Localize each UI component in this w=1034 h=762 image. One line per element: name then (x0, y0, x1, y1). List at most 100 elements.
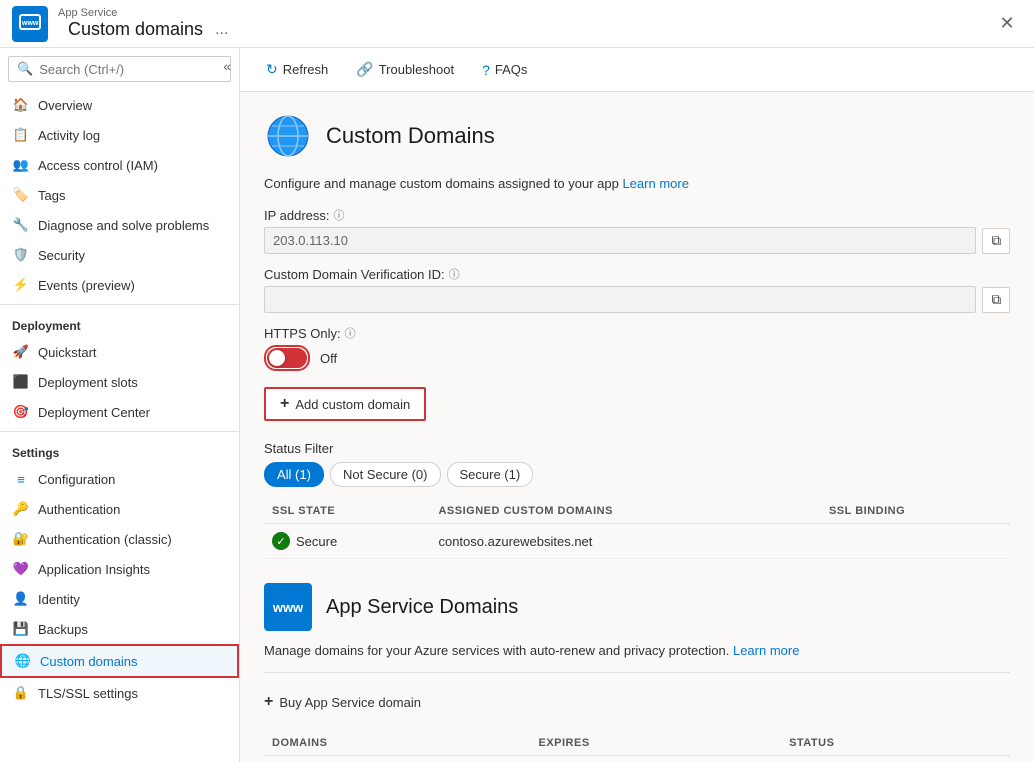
col-status: STATUS (781, 731, 1010, 756)
buy-plus-icon: + (264, 693, 273, 711)
sidebar-item-tags[interactable]: 🏷️ Tags (0, 180, 239, 210)
ip-address-input[interactable] (264, 227, 976, 254)
sidebar-label-diagnose: Diagnose and solve problems (38, 218, 209, 233)
divider (264, 672, 1010, 673)
https-toggle[interactable] (267, 348, 307, 368)
deployment-section-header: Deployment (0, 309, 239, 337)
refresh-icon: ↻ (266, 61, 278, 78)
col-expires: EXPIRES (530, 731, 781, 756)
https-only-field: HTTPS Only: ⓘ Off (264, 325, 1010, 371)
https-only-label: HTTPS Only: ⓘ (264, 325, 1010, 341)
insights-icon: 💜 (12, 560, 30, 578)
status-filter-label: Status Filter (264, 441, 1010, 456)
verification-id-field: Custom Domain Verification ID: ⓘ ⧉ (264, 266, 1010, 313)
secure-badge: ✓ Secure (272, 532, 422, 550)
sidebar-item-authentication-classic[interactable]: 🔐 Authentication (classic) (0, 524, 239, 554)
faqs-icon: ? (482, 62, 490, 78)
sidebar-label-tags: Tags (38, 188, 65, 203)
page-title-bar: Custom domains (68, 19, 203, 40)
search-icon: 🔍 (17, 61, 33, 77)
lock-icon: 🔒 (12, 684, 30, 702)
person-icon: 👤 (12, 590, 30, 608)
faqs-button[interactable]: ? FAQs (472, 57, 537, 83)
sidebar-item-overview[interactable]: 🏠 Overview (0, 90, 239, 120)
app-service-description: Manage domains for your Azure services w… (264, 643, 1010, 658)
learn-more-link[interactable]: Learn more (622, 176, 688, 191)
app-icon: www (12, 6, 48, 42)
page-title: Custom Domains (326, 123, 495, 149)
no-data-text: No data found (264, 756, 1010, 762)
https-toggle-row: Off (264, 345, 1010, 371)
key-icon: 🔑 (12, 500, 30, 518)
sidebar-item-quickstart[interactable]: 🚀 Quickstart (0, 337, 239, 367)
shield-icon: 🛡️ (12, 246, 30, 264)
search-input[interactable] (39, 62, 222, 77)
app-service-learn-more-link[interactable]: Learn more (733, 643, 799, 658)
www-icon: www (264, 583, 312, 631)
filter-secure-button[interactable]: Secure (1) (447, 462, 534, 487)
sidebar-item-deployment-slots[interactable]: ⬛ Deployment slots (0, 367, 239, 397)
sidebar-label-overview: Overview (38, 98, 92, 113)
sidebar-label-configuration: Configuration (38, 472, 115, 487)
plus-icon: + (280, 395, 289, 413)
settings-section-header: Settings (0, 436, 239, 464)
layers-icon: ⬛ (12, 373, 30, 391)
sidebar-label-backups: Backups (38, 622, 88, 637)
sliders-icon: ≡ (12, 470, 30, 488)
globe-large-icon (264, 112, 312, 160)
verification-info-icon[interactable]: ⓘ (449, 266, 460, 282)
rocket-icon: 🚀 (12, 343, 30, 361)
filter-not-secure-button[interactable]: Not Secure (0) (330, 462, 441, 487)
col-assigned-domains: ASSIGNED CUSTOM DOMAINS (430, 499, 821, 524)
more-options-icon[interactable]: ... (215, 21, 228, 39)
lightning-icon: ⚡ (12, 276, 30, 294)
sidebar-item-security[interactable]: 🛡️ Security (0, 240, 239, 270)
app-service-section: www App Service Domains Manage domains f… (264, 583, 1010, 762)
filter-all-button[interactable]: All (1) (264, 462, 324, 487)
sidebar-item-custom-domains[interactable]: 🌐 Custom domains (0, 644, 239, 678)
troubleshoot-label: Troubleshoot (379, 62, 454, 77)
sidebar-item-application-insights[interactable]: 💜 Application Insights (0, 554, 239, 584)
table-row: ✓ Secure contoso.azurewebsites.net (264, 524, 1010, 559)
app-service-title-row: www App Service Domains (264, 583, 1010, 631)
sidebar-item-authentication[interactable]: 🔑 Authentication (0, 494, 239, 524)
refresh-button[interactable]: ↻ Refresh (256, 56, 338, 83)
close-button[interactable]: ✕ (992, 9, 1022, 39)
sidebar-item-events[interactable]: ⚡ Events (preview) (0, 270, 239, 300)
sidebar-item-backups[interactable]: 💾 Backups (0, 614, 239, 644)
title-bar: www App Service Custom domains ... ✕ (0, 0, 1034, 48)
troubleshoot-icon: 🔗 (356, 61, 373, 78)
sidebar-item-configuration[interactable]: ≡ Configuration (0, 464, 239, 494)
verification-id-label: Custom Domain Verification ID: ⓘ (264, 266, 1010, 282)
sidebar-label-identity: Identity (38, 592, 80, 607)
add-custom-domain-button[interactable]: + Add custom domain (264, 387, 426, 421)
https-info-icon[interactable]: ⓘ (345, 325, 356, 341)
globe-icon: 🌐 (14, 652, 32, 670)
buy-domain-label: Buy App Service domain (279, 695, 421, 710)
buy-domain-button[interactable]: + Buy App Service domain (264, 687, 421, 717)
verification-copy-button[interactable]: ⧉ (982, 287, 1010, 313)
app-service-title: App Service Domains (326, 596, 518, 619)
people-icon: 👥 (12, 156, 30, 174)
troubleshoot-button[interactable]: 🔗 Troubleshoot (346, 56, 464, 83)
ip-copy-button[interactable]: ⧉ (982, 228, 1010, 254)
sidebar-item-tls-ssl[interactable]: 🔒 TLS/SSL settings (0, 678, 239, 708)
app-service-label: App Service (58, 7, 228, 19)
sidebar-label-security: Security (38, 248, 85, 263)
sidebar-label-deployment-slots: Deployment slots (38, 375, 138, 390)
verification-id-input[interactable] (264, 286, 976, 313)
ip-info-icon[interactable]: ⓘ (334, 207, 345, 223)
wrench-icon: 🔧 (12, 216, 30, 234)
sidebar-label-events: Events (preview) (38, 278, 135, 293)
sidebar-item-activity-log[interactable]: 📋 Activity log (0, 120, 239, 150)
sidebar-item-identity[interactable]: 👤 Identity (0, 584, 239, 614)
sidebar-item-access-control[interactable]: 👥 Access control (IAM) (0, 150, 239, 180)
https-toggle-wrapper[interactable] (264, 345, 310, 371)
col-domains: DOMAINS (264, 731, 530, 756)
col-ssl-binding: SSL Binding (821, 499, 1010, 524)
sidebar-item-deployment-center[interactable]: 🎯 Deployment Center (0, 397, 239, 427)
search-box[interactable]: 🔍 (8, 56, 231, 82)
sidebar-collapse-button[interactable]: « (223, 58, 231, 74)
status-filter: Status Filter All (1) Not Secure (0) Sec… (264, 441, 1010, 487)
sidebar-item-diagnose[interactable]: 🔧 Diagnose and solve problems (0, 210, 239, 240)
